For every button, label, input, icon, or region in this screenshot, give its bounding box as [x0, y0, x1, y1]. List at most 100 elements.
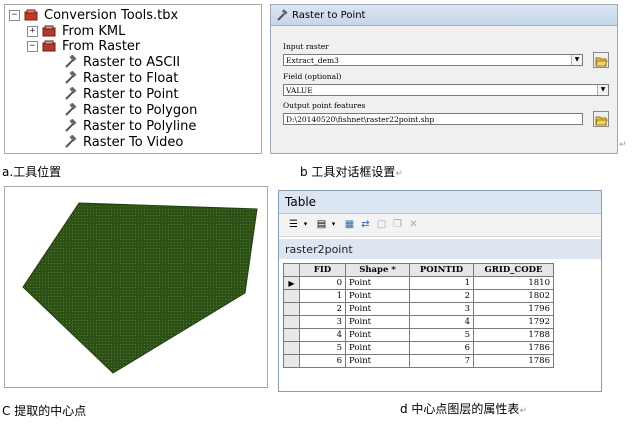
table-row[interactable]: ▶ 0 Point 1 1810: [283, 276, 554, 290]
hammer-icon: [63, 102, 77, 117]
cell-grid-code[interactable]: 1796: [473, 302, 554, 316]
output-features-value: D:\20140520\fishnet\raster22point.shp: [286, 115, 435, 124]
tool-label: Raster to Polygon: [83, 102, 198, 118]
chevron-down-icon[interactable]: ▾: [299, 218, 312, 231]
table-name-bar: raster2point: [279, 239, 601, 259]
cell-fid[interactable]: 3: [299, 315, 346, 329]
expand-toggle-icon[interactable]: +: [27, 25, 38, 37]
cell-fid[interactable]: 4: [299, 328, 346, 342]
cell-fid[interactable]: 5: [299, 341, 346, 355]
cell-pointid[interactable]: 4: [409, 315, 474, 329]
cell-shape[interactable]: Point: [345, 289, 410, 303]
cell-grid-code[interactable]: 1788: [473, 328, 554, 342]
input-raster-dropdown[interactable]: Extract_dem3 ▼: [283, 54, 583, 66]
tool-row-raster-to-float[interactable]: Raster to Float: [63, 70, 178, 86]
delete-selection-icon[interactable]: ✕: [407, 218, 420, 231]
cell-shape[interactable]: Point: [345, 276, 410, 290]
table-toolbar: ☰ ▾ ▤ ▾ ▦ ⇄ □ ❐ ✕: [279, 214, 601, 237]
caption-b: b 工具对话框设置↵: [300, 163, 403, 180]
table-row[interactable]: 6 Point 7 1786: [283, 354, 554, 368]
toolbox-row[interactable]: − Conversion Tools.tbx: [9, 7, 178, 23]
chevron-down-icon[interactable]: ▼: [571, 55, 582, 65]
table-header-row: FID Shape * POINTID GRID_CODE: [283, 263, 554, 277]
tool-row-raster-to-polygon[interactable]: Raster to Polygon: [63, 102, 197, 118]
folder-open-icon: [595, 57, 608, 67]
cell-shape[interactable]: Point: [345, 328, 410, 342]
cell-grid-code[interactable]: 1810: [473, 276, 554, 290]
toolset-icon: [42, 40, 56, 52]
current-row-arrow-icon[interactable]: ▶: [283, 276, 300, 290]
cell-fid[interactable]: 0: [299, 276, 346, 290]
cell-pointid[interactable]: 3: [409, 302, 474, 316]
row-selector[interactable]: [283, 315, 300, 329]
cell-shape[interactable]: Point: [345, 302, 410, 316]
switch-selection-icon[interactable]: ⇄: [359, 218, 372, 231]
table-row[interactable]: 5 Point 6 1786: [283, 341, 554, 355]
table-titlebar: Table: [279, 191, 601, 214]
caption-c: C 提取的中心点: [2, 404, 87, 418]
row-selector[interactable]: [283, 341, 300, 355]
paragraph-mark: ↵: [519, 406, 527, 416]
hammer-icon: [63, 134, 77, 149]
chevron-down-icon[interactable]: ▼: [597, 85, 608, 95]
cell-fid[interactable]: 6: [299, 354, 346, 368]
cell-fid[interactable]: 1: [299, 289, 346, 303]
toolbox-icon: [24, 9, 38, 21]
caption-b-text: b 工具对话框设置: [300, 165, 396, 179]
cell-shape[interactable]: Point: [345, 315, 410, 329]
tool-row-raster-to-point[interactable]: Raster to Point: [63, 86, 179, 102]
attribute-table: FID Shape * POINTID GRID_CODE ▶ 0 Point …: [283, 263, 554, 368]
cell-grid-code[interactable]: 1786: [473, 354, 554, 368]
field-value: VALUE: [286, 86, 313, 95]
caption-d-text: d 中心点图层的属性表: [400, 402, 520, 416]
cell-pointid[interactable]: 2: [409, 289, 474, 303]
cell-shape[interactable]: Point: [345, 354, 410, 368]
column-header-pointid[interactable]: POINTID: [409, 263, 474, 277]
table-row[interactable]: 4 Point 5 1788: [283, 328, 554, 342]
cell-pointid[interactable]: 7: [409, 354, 474, 368]
column-header-shape[interactable]: Shape *: [345, 263, 410, 277]
toolset-row-from-kml[interactable]: + From KML: [27, 23, 125, 39]
tool-row-raster-to-video[interactable]: Raster To Video: [63, 134, 183, 150]
output-features-input[interactable]: D:\20140520\fishnet\raster22point.shp: [283, 113, 583, 125]
tool-row-raster-to-ascii[interactable]: Raster to ASCII: [63, 54, 180, 70]
column-header-fid[interactable]: FID: [299, 263, 346, 277]
chevron-down-icon[interactable]: ▾: [327, 218, 340, 231]
cell-grid-code[interactable]: 1792: [473, 315, 554, 329]
cell-grid-code[interactable]: 1802: [473, 289, 554, 303]
center-points-map: [4, 186, 268, 388]
field-label: Field (optional): [283, 72, 342, 81]
toolset-row-from-raster[interactable]: − From Raster: [27, 38, 140, 54]
caption-d: d 中心点图层的属性表↵: [400, 400, 527, 417]
row-selector[interactable]: [283, 289, 300, 303]
field-dropdown[interactable]: VALUE ▼: [283, 84, 609, 96]
column-header-grid-code[interactable]: GRID_CODE: [473, 263, 554, 277]
cell-pointid[interactable]: 1: [409, 276, 474, 290]
row-selector[interactable]: [283, 302, 300, 316]
cell-shape[interactable]: Point: [345, 341, 410, 355]
cell-fid[interactable]: 2: [299, 302, 346, 316]
table-row[interactable]: 3 Point 4 1792: [283, 315, 554, 329]
collapse-toggle-icon[interactable]: −: [9, 9, 20, 21]
table-row[interactable]: 1 Point 2 1802: [283, 289, 554, 303]
cell-pointid[interactable]: 5: [409, 328, 474, 342]
copy-selection-icon[interactable]: ❐: [391, 218, 404, 231]
cell-pointid[interactable]: 6: [409, 341, 474, 355]
table-window-title: Table: [285, 195, 317, 209]
browse-input-button[interactable]: [593, 52, 609, 68]
cell-grid-code[interactable]: 1786: [473, 341, 554, 355]
attribute-table-window: Table ☰ ▾ ▤ ▾ ▦ ⇄ □ ❐ ✕ raster2point FID…: [278, 190, 602, 392]
tool-row-raster-to-polyline[interactable]: Raster to Polyline: [63, 118, 196, 134]
raster-to-point-dialog: Raster to Point Input raster Extract_dem…: [270, 4, 618, 154]
clear-selection-icon[interactable]: □: [375, 218, 388, 231]
row-selector[interactable]: [283, 328, 300, 342]
toolbox-label: Conversion Tools.tbx: [44, 7, 179, 23]
folder-open-icon: [595, 116, 608, 126]
select-by-attributes-icon[interactable]: ▦: [343, 218, 356, 231]
table-row[interactable]: 2 Point 3 1796: [283, 302, 554, 316]
browse-output-button[interactable]: [593, 111, 609, 127]
collapse-toggle-icon[interactable]: −: [27, 40, 38, 52]
row-selector[interactable]: [283, 354, 300, 368]
hammer-icon: [63, 118, 77, 133]
toolbox-tree-panel: − Conversion Tools.tbx + From KML − From…: [4, 4, 262, 154]
